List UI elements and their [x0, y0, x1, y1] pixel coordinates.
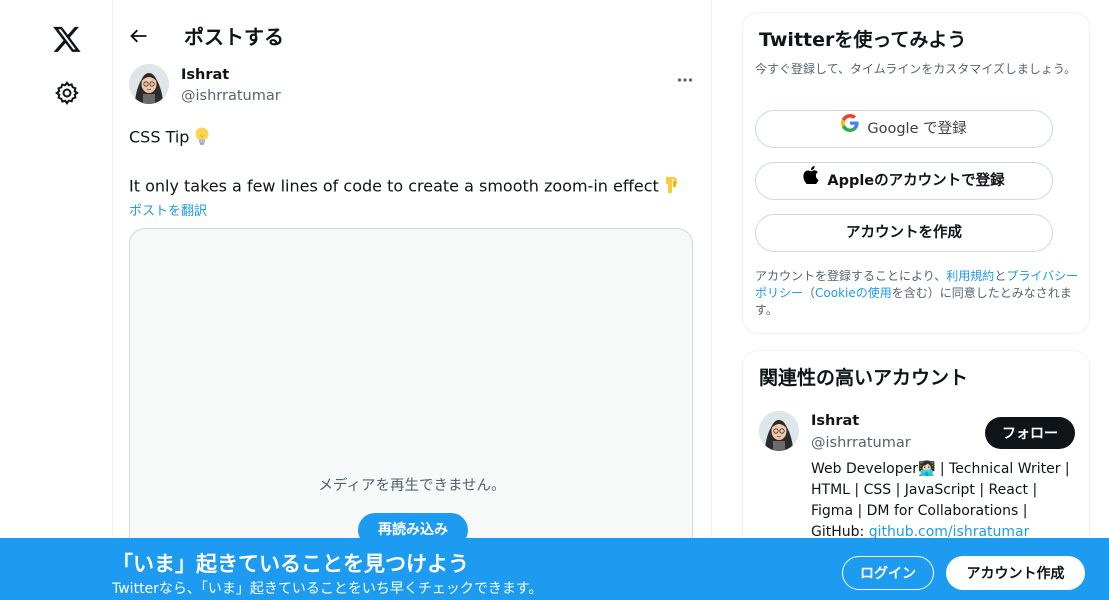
- apple-signup-button[interactable]: Appleのアカウントで登録: [755, 162, 1053, 200]
- post-text-line1: CSS Tip: [129, 126, 211, 150]
- author-handle[interactable]: @ishrratumar: [181, 88, 281, 104]
- lightbulb-emoji-icon: [193, 126, 211, 150]
- google-signup-label: Google で登録: [867, 121, 967, 137]
- gear-icon[interactable]: [54, 80, 80, 106]
- related-account-bio: Web Developer👩🏻‍💻 | Technical Writer | H…: [811, 459, 1081, 543]
- main-column: ポストする Ishrat @ishrratumar CSS Tip It onl…: [112, 0, 712, 600]
- pointing-down-emoji-icon: [663, 175, 681, 199]
- google-signup-button[interactable]: Google で登録: [755, 110, 1053, 148]
- apple-icon: [803, 162, 819, 198]
- apple-signup-label: Appleのアカウントで登録: [827, 173, 1005, 189]
- post-text-line2-label: It only takes a few lines of code to cre…: [129, 176, 659, 196]
- legal-and: と: [994, 269, 1007, 283]
- x-logo-icon[interactable]: [52, 24, 82, 54]
- media-player[interactable]: メディアを再生できません。 再読み込み: [129, 228, 693, 558]
- author-name[interactable]: Ishrat: [181, 67, 229, 83]
- more-dots-icon[interactable]: [675, 70, 695, 90]
- left-nav: [0, 0, 112, 600]
- signup-button[interactable]: アカウント作成: [946, 556, 1085, 590]
- header: ポストする: [113, 0, 711, 72]
- signup-banner: 「いま」起きていることを見つけよう Twitterなら、「いま」起きていることを…: [0, 538, 1109, 600]
- translate-link[interactable]: ポストを翻訳: [129, 200, 207, 219]
- legal-text: アカウントを登録することにより、利用規約とプライバシーポリシー（Cookieの使…: [755, 268, 1081, 319]
- media-error-message: メディアを再生できません。: [318, 478, 506, 494]
- google-icon: [841, 110, 859, 146]
- legal-paren: （: [803, 286, 816, 300]
- cookie-link[interactable]: Cookieの使用: [815, 286, 892, 300]
- back-arrow-icon[interactable]: [129, 26, 149, 46]
- signup-title: Twitterを使ってみよう: [759, 29, 967, 51]
- related-title: 関連性の高いアカウント: [759, 367, 969, 389]
- follow-button[interactable]: フォロー: [985, 417, 1075, 449]
- signup-card: Twitterを使ってみよう 今すぐ登録して、タイムラインをカスタマイズしましょ…: [742, 12, 1090, 334]
- avatar[interactable]: [759, 411, 799, 451]
- related-account-name[interactable]: Ishrat: [811, 413, 859, 429]
- page-title: ポストする: [184, 25, 284, 49]
- related-account-handle[interactable]: @ishrratumar: [811, 435, 911, 451]
- banner-title: 「いま」起きていることを見つけよう: [112, 552, 469, 576]
- create-account-button[interactable]: アカウントを作成: [755, 214, 1053, 252]
- terms-link[interactable]: 利用規約: [946, 269, 994, 283]
- banner-subtitle: Twitterなら、「いま」起きていることをいち早くチェックできます。: [112, 581, 543, 597]
- post-text-line2: It only takes a few lines of code to cre…: [129, 175, 681, 199]
- login-button[interactable]: ログイン: [842, 556, 934, 590]
- avatar[interactable]: [129, 64, 169, 104]
- signup-subtitle: 今すぐ登録して、タイムラインをカスタマイズしましょう。: [755, 62, 1077, 76]
- post-text-line1-label: CSS Tip: [129, 127, 190, 147]
- legal-prefix: アカウントを登録することにより、: [755, 269, 947, 283]
